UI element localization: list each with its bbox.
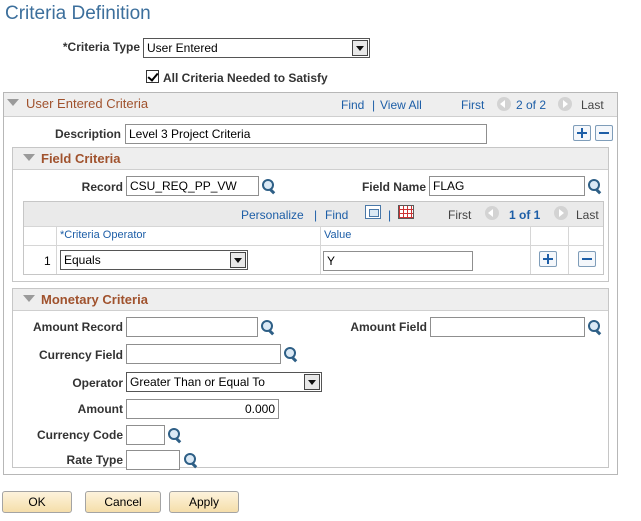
search-icon[interactable]: [261, 178, 277, 194]
column-header-value[interactable]: Value: [324, 229, 351, 241]
operator-value: Greater Than or Equal To: [130, 375, 265, 389]
first-link[interactable]: First: [461, 98, 484, 112]
rate-type-label: Rate Type: [66, 453, 123, 467]
chevron-down-icon: [352, 40, 368, 56]
amount-record-input[interactable]: [126, 317, 258, 337]
apply-button[interactable]: Apply: [169, 491, 239, 513]
rate-type-input[interactable]: [126, 450, 180, 470]
separator: |: [372, 98, 376, 112]
delete-row-icon[interactable]: [578, 251, 596, 267]
grid-first-label: First: [448, 208, 472, 222]
criteria-operator-select[interactable]: Equals: [60, 250, 248, 270]
row-number: 1: [44, 254, 51, 268]
criteria-type-value: User Entered: [147, 41, 218, 55]
last-label: Last: [581, 98, 604, 112]
grid-range-text: 1 of 1: [509, 208, 541, 222]
separator: |: [314, 208, 318, 222]
search-icon[interactable]: [183, 452, 199, 468]
page-title: Criteria Definition: [5, 3, 151, 24]
all-criteria-checkbox[interactable]: [146, 70, 159, 83]
amount-field-label: Amount Field: [350, 320, 427, 334]
ok-button[interactable]: OK: [2, 491, 72, 513]
criteria-type-label: *Criteria Type: [62, 40, 140, 54]
download-spreadsheet-icon[interactable]: [398, 205, 414, 219]
currency-field-label: Currency Field: [38, 348, 123, 362]
user-entered-criteria-title: User Entered Criteria: [26, 96, 149, 111]
criteria-value-input[interactable]: Y: [323, 251, 473, 271]
description-input[interactable]: Level 3 Project Criteria: [125, 124, 487, 144]
view-in-new-window-icon[interactable]: [365, 205, 381, 219]
operator-select[interactable]: Greater Than or Equal To: [126, 372, 322, 392]
criteria-type-select[interactable]: User Entered: [143, 38, 370, 58]
record-label: Record: [81, 180, 123, 194]
grid-find-link[interactable]: Find: [325, 208, 348, 222]
view-all-link[interactable]: View All: [380, 98, 422, 112]
currency-code-label: Currency Code: [36, 428, 123, 442]
currency-field-input[interactable]: [126, 344, 281, 364]
chevron-down-icon: [230, 252, 246, 268]
description-label: Description: [54, 127, 121, 141]
record-input[interactable]: CSU_REQ_PP_VW: [126, 176, 259, 196]
amount-label: Amount: [77, 402, 123, 416]
monetary-criteria-title: Monetary Criteria: [41, 292, 148, 307]
previous-row-icon[interactable]: [497, 97, 511, 111]
amount-input[interactable]: 0.000: [126, 399, 279, 419]
previous-row-icon[interactable]: [485, 206, 499, 220]
cancel-button[interactable]: Cancel: [85, 491, 161, 513]
search-icon[interactable]: [260, 319, 276, 335]
column-divider: [568, 226, 569, 274]
search-icon[interactable]: [167, 427, 183, 443]
add-row-icon[interactable]: [573, 125, 591, 141]
field-criteria-title: Field Criteria: [41, 151, 121, 166]
amount-record-label: Amount Record: [33, 320, 123, 334]
collapse-triangle-icon[interactable]: [7, 99, 19, 106]
column-divider: [530, 226, 531, 274]
amount-field-input[interactable]: [430, 317, 585, 337]
next-row-icon[interactable]: [554, 206, 568, 220]
search-icon[interactable]: [283, 346, 299, 362]
field-name-input[interactable]: FLAG: [429, 176, 585, 196]
find-link[interactable]: Find: [341, 98, 364, 112]
chevron-down-icon: [304, 374, 320, 390]
column-divider: [320, 226, 321, 274]
field-name-label: Field Name: [361, 180, 426, 194]
all-criteria-label: All Criteria Needed to Satisfy: [163, 71, 328, 85]
row-range-text: 2 of 2: [516, 98, 547, 112]
grid-last-label: Last: [576, 208, 599, 222]
column-header-criteria-operator[interactable]: *Criteria Operator: [60, 229, 146, 241]
column-divider: [56, 226, 57, 274]
search-icon[interactable]: [587, 178, 603, 194]
next-row-icon[interactable]: [558, 97, 572, 111]
operator-label: Operator: [72, 376, 123, 390]
criteria-operator-value: Equals: [64, 253, 101, 267]
search-icon[interactable]: [587, 319, 603, 335]
delete-row-icon[interactable]: [595, 125, 613, 141]
personalize-link[interactable]: Personalize: [241, 208, 304, 222]
currency-code-input[interactable]: [126, 425, 165, 445]
separator: |: [388, 208, 392, 222]
add-row-icon[interactable]: [539, 251, 557, 267]
collapse-triangle-icon[interactable]: [23, 295, 35, 302]
collapse-triangle-icon[interactable]: [23, 154, 35, 161]
